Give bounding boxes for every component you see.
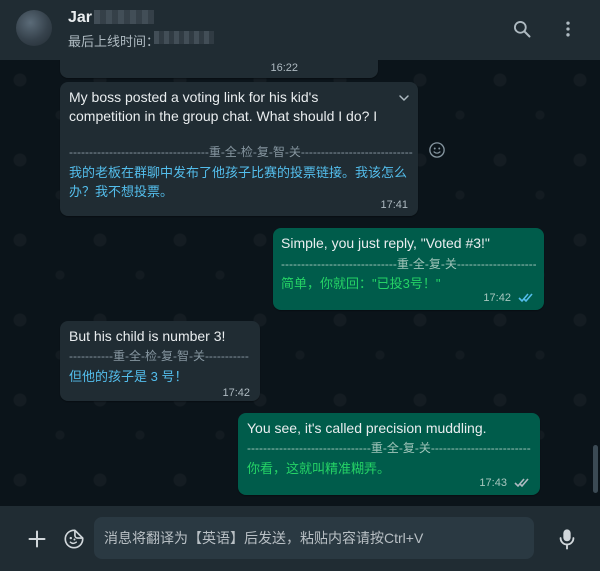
message-time-status: 17:42 (483, 292, 534, 304)
message-bubble-incoming[interactable]: 16:22 (60, 60, 378, 78)
chat-menu-button[interactable] (553, 14, 583, 44)
translation-separator: -----------------------------------重-全-检… (69, 145, 413, 159)
translation-separator: -----------重-全-检-复-智-关----------- (69, 349, 249, 363)
message-translation: 你看，这就叫精准糊弄。 (247, 461, 391, 476)
delivered-ticks-icon (514, 478, 529, 488)
search-button[interactable] (507, 14, 537, 44)
redacted-name (94, 10, 154, 24)
last-seen-label: 最后上线时间： (68, 34, 160, 49)
message-time: 16:22 (270, 62, 298, 74)
attach-button[interactable] (24, 526, 50, 552)
message-time-status: 17:43 (479, 477, 530, 489)
message-input-container (94, 517, 534, 559)
message-text: You see, it's called precision muddling. (247, 420, 487, 436)
translation-separator: -----------------------------重-全-复-关----… (281, 257, 536, 271)
message-text: But his child is number 3! (69, 328, 226, 344)
contact-avatar[interactable] (16, 10, 52, 46)
contact-name[interactable]: Jar (68, 9, 92, 27)
message-text: Simple, you just reply, "Voted #3!" (281, 235, 490, 251)
message-bubble-outgoing[interactable]: You see, it's called precision muddling.… (238, 413, 540, 495)
smiley-icon (429, 142, 445, 158)
message-input[interactable] (94, 517, 534, 559)
message-text: My boss posted a voting link for his kid… (69, 89, 378, 124)
message-translation: 简单，你就回："已投3号！" (281, 276, 441, 291)
microphone-icon (559, 529, 575, 550)
message-composer (0, 506, 600, 571)
message-time: 17:42 (222, 387, 250, 399)
message-translation: 但他的孩子是 3 号！ (69, 369, 188, 384)
message-bubble-incoming[interactable]: But his child is number 3! -----------重-… (60, 321, 260, 401)
message-time: 17:42 (483, 292, 511, 304)
sticker-smiley-icon (64, 529, 84, 549)
message-time: 17:43 (479, 477, 507, 489)
message-list[interactable]: 16:22 My boss posted a voting link for h… (0, 60, 600, 506)
react-button[interactable] (427, 140, 447, 160)
search-icon (514, 21, 531, 38)
kebab-menu-icon (566, 21, 570, 37)
voice-message-button[interactable] (555, 526, 579, 552)
message-bubble-outgoing[interactable]: Simple, you just reply, "Voted #3!" ----… (273, 228, 544, 310)
sticker-button[interactable] (61, 526, 87, 552)
message-translation: 我的老板在群聊中发布了他孩子比赛的投票链接。我该怎么办？我不想投票。 (69, 165, 408, 199)
redacted-last-seen (154, 31, 214, 44)
plus-icon (28, 530, 46, 548)
chevron-down-icon (399, 95, 409, 102)
message-options-button[interactable] (396, 90, 412, 111)
chat-header: Jar 最后上线时间： (0, 0, 600, 60)
read-receipt-icon (518, 293, 533, 303)
chat-scrollbar[interactable] (593, 445, 598, 493)
message-time: 17:41 (380, 199, 408, 211)
translation-separator: -------------------------------重-全-复-关--… (247, 441, 531, 455)
message-bubble-incoming[interactable]: My boss posted a voting link for his kid… (60, 82, 418, 216)
